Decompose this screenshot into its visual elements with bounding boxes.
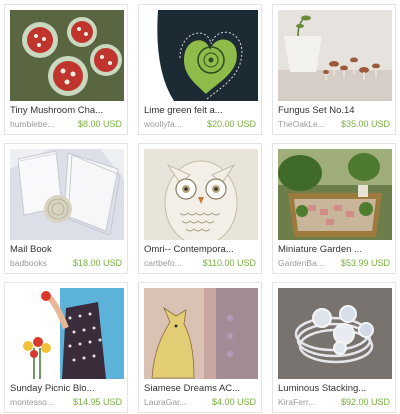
listing-grid: Tiny Mushroom Cha... humblebe... $8.00 U… [0, 0, 400, 414]
listing-thumbnail[interactable] [278, 288, 392, 379]
listing-card[interactable]: Omri-- Contempora... cartbefo... $110.00… [138, 143, 262, 274]
listing-price: $53.99 USD [340, 258, 390, 268]
listing-thumbnail[interactable] [144, 149, 258, 240]
listing-seller[interactable]: humblebe... [10, 119, 70, 129]
listing-card[interactable]: Lime green felt a... woollyfa... $20.00 … [138, 4, 262, 135]
listing-price: $14.95 USD [72, 397, 122, 407]
listing-title[interactable]: Sunday Picnic Blo... [10, 383, 124, 394]
listing-seller[interactable]: LauraGar... [144, 397, 204, 407]
listing-card[interactable]: Tiny Mushroom Cha... humblebe... $8.00 U… [4, 4, 128, 135]
listing-thumbnail[interactable] [144, 10, 258, 101]
listing-card[interactable]: Sunday Picnic Blo... montesso... $14.95 … [4, 282, 128, 413]
listing-price: $35.00 USD [340, 119, 390, 129]
listing-title[interactable]: Miniature Garden ... [278, 244, 392, 255]
listing-price: $8.00 USD [77, 119, 122, 129]
listing-title[interactable]: Fungus Set No.14 [278, 105, 392, 116]
listing-title[interactable]: Tiny Mushroom Cha... [10, 105, 124, 116]
listing-seller[interactable]: TheOakLe... [278, 119, 338, 129]
listing-title[interactable]: Siamese Dreams AC... [144, 383, 258, 394]
listing-price: $92.00 USD [340, 397, 390, 407]
listing-seller[interactable]: GardenBa... [278, 258, 338, 268]
listing-price: $110.00 USD [202, 258, 256, 268]
listing-thumbnail[interactable] [10, 288, 124, 379]
listing-card[interactable]: Miniature Garden ... GardenBa... $53.99 … [272, 143, 396, 274]
listing-thumbnail[interactable] [144, 288, 258, 379]
listing-thumbnail[interactable] [278, 149, 392, 240]
listing-card[interactable]: Siamese Dreams AC... LauraGar... $4.00 U… [138, 282, 262, 413]
listing-seller[interactable]: woollyfa... [144, 119, 204, 129]
listing-price: $4.00 USD [211, 397, 256, 407]
listing-price: $18.00 USD [72, 258, 122, 268]
listing-title[interactable]: Omri-- Contempora... [144, 244, 258, 255]
listing-thumbnail[interactable] [10, 10, 124, 101]
listing-card[interactable]: Fungus Set No.14 TheOakLe... $35.00 USD [272, 4, 396, 135]
listing-thumbnail[interactable] [278, 10, 392, 101]
listing-seller[interactable]: montesso... [10, 397, 70, 407]
listing-seller[interactable]: KiraFerr... [278, 397, 338, 407]
listing-seller[interactable]: cartbefo... [144, 258, 204, 268]
listing-seller[interactable]: badbooks [10, 258, 70, 268]
listing-price: $20.00 USD [206, 119, 256, 129]
listing-title[interactable]: Luminous Stacking... [278, 383, 392, 394]
listing-thumbnail[interactable] [10, 149, 124, 240]
listing-title[interactable]: Lime green felt a... [144, 105, 258, 116]
listing-title[interactable]: Mail Book [10, 244, 124, 255]
listing-card[interactable]: Mail Book badbooks $18.00 USD [4, 143, 128, 274]
listing-card[interactable]: Luminous Stacking... KiraFerr... $92.00 … [272, 282, 396, 413]
